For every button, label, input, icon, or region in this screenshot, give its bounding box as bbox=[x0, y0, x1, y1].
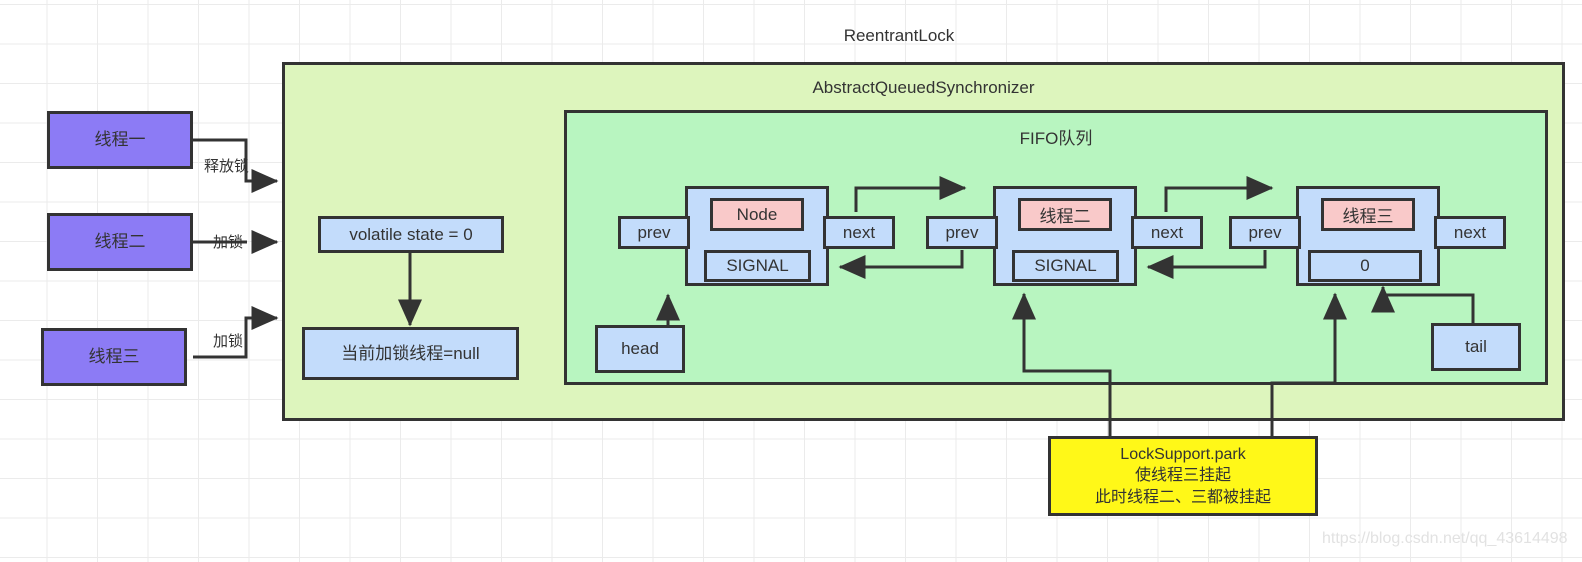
edge-label-lock-thread3: 加锁 bbox=[213, 333, 244, 350]
diagram-canvas: ReentrantLock AbstractQueuedSynchronizer… bbox=[0, 0, 1582, 562]
title-aqs: AbstractQueuedSynchronizer bbox=[812, 78, 1035, 97]
note-line-3: 此时线程二、三都被挂起 bbox=[1094, 488, 1271, 506]
queue-node-3-prev[interactable]: prev bbox=[1229, 216, 1301, 249]
edge-label-lock-thread2: 加锁 bbox=[213, 234, 244, 251]
queue-node-1-thread-label: Node bbox=[710, 198, 804, 231]
queue-node-2-thread-label: 线程二 bbox=[1018, 198, 1112, 231]
thread-box-1[interactable]: 线程一 bbox=[47, 111, 193, 169]
thread-box-2[interactable]: 线程二 bbox=[47, 213, 193, 271]
queue-node-2-next[interactable]: next bbox=[1131, 216, 1203, 249]
edge-label-release-lock: 释放锁 bbox=[204, 158, 250, 175]
queue-node-1-prev[interactable]: prev bbox=[618, 216, 690, 249]
queue-node-2-prev[interactable]: prev bbox=[926, 216, 998, 249]
queue-node-3-thread-label: 线程三 bbox=[1321, 198, 1415, 231]
thread-box-3[interactable]: 线程三 bbox=[41, 328, 187, 386]
queue-node-3-waitstatus: 0 bbox=[1308, 250, 1422, 282]
note-line-2: 使线程三挂起 bbox=[1134, 467, 1231, 485]
watermark-text: https://blog.csdn.net/qq_43614498 bbox=[1322, 530, 1568, 547]
title-fifo: FIFO队列 bbox=[1019, 129, 1093, 148]
owner-thread-box[interactable]: 当前加锁线程=null bbox=[302, 327, 519, 380]
locksupport-park-note[interactable]: LockSupport.park 使线程三挂起 此时线程二、三都被挂起 bbox=[1048, 436, 1318, 516]
queue-node-1-waitstatus: SIGNAL bbox=[704, 250, 811, 282]
queue-node-1-next[interactable]: next bbox=[823, 216, 895, 249]
note-line-1: LockSupport.park bbox=[1120, 445, 1246, 463]
head-pointer-box[interactable]: head bbox=[595, 325, 685, 373]
tail-pointer-box[interactable]: tail bbox=[1431, 323, 1521, 371]
queue-node-2-waitstatus: SIGNAL bbox=[1012, 250, 1119, 282]
volatile-state-box[interactable]: volatile state = 0 bbox=[318, 216, 504, 253]
queue-node-3-next[interactable]: next bbox=[1434, 216, 1506, 249]
title-reentrant-lock: ReentrantLock bbox=[843, 26, 955, 45]
